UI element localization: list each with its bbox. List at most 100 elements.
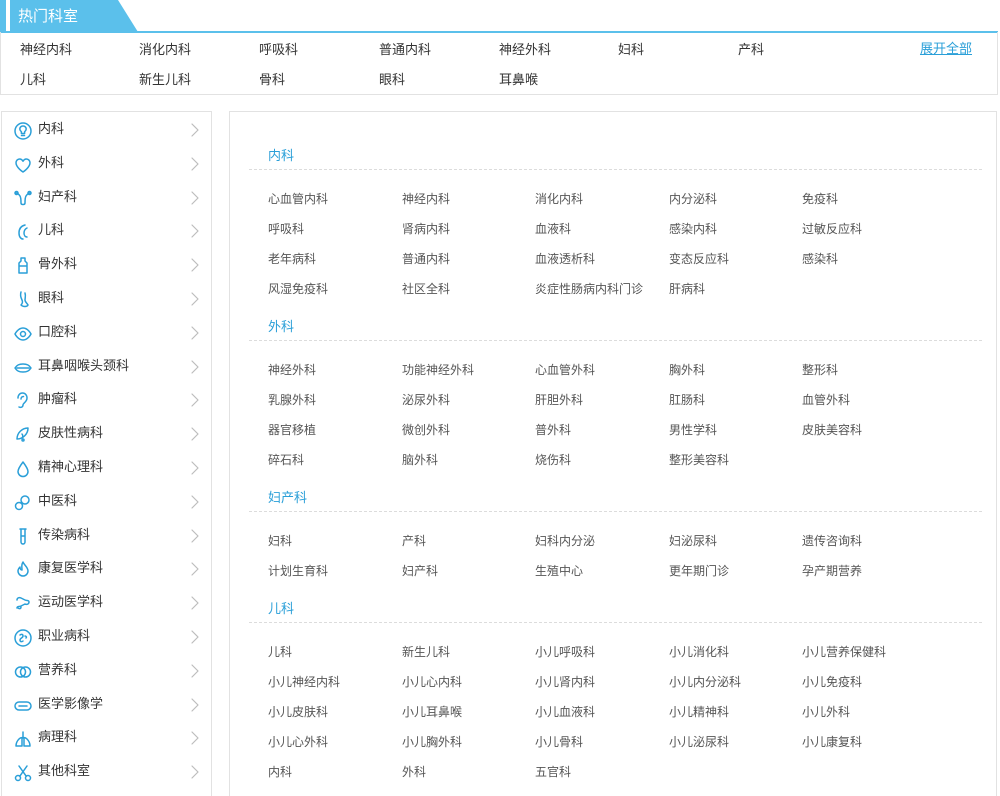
department-link[interactable]: 孕产期营养 [802, 562, 862, 579]
department-link[interactable]: 消化内科 [535, 190, 583, 207]
department-link[interactable]: 胸外科 [669, 361, 705, 378]
department-link[interactable]: 老年病科 [268, 250, 316, 267]
department-link[interactable]: 小儿外科 [802, 703, 850, 720]
hot-department-link[interactable]: 儿科 [20, 69, 46, 88]
department-link[interactable]: 感染内科 [669, 220, 717, 237]
sidebar-category-item[interactable]: 中医科 [2, 485, 211, 519]
hot-department-link[interactable]: 呼吸科 [259, 39, 298, 58]
sidebar-category-item[interactable]: 皮肤性病科 [2, 417, 211, 451]
department-link[interactable]: 整形美容科 [669, 451, 729, 468]
department-link[interactable]: 神经外科 [268, 361, 316, 378]
sidebar-category-item[interactable]: 妇产科 [2, 181, 211, 215]
sidebar-category-item[interactable]: 营养科 [2, 654, 211, 688]
department-link[interactable]: 妇泌尿科 [669, 532, 717, 549]
department-link[interactable]: 五官科 [535, 763, 571, 780]
department-link[interactable]: 普外科 [535, 421, 571, 438]
department-link[interactable]: 男性学科 [669, 421, 717, 438]
hot-department-link[interactable]: 眼科 [379, 69, 405, 88]
hot-department-link[interactable]: 消化内科 [139, 39, 191, 58]
hot-department-link[interactable]: 耳鼻喉 [499, 69, 538, 88]
department-link[interactable]: 外科 [402, 763, 426, 780]
department-link[interactable]: 呼吸科 [268, 220, 304, 237]
department-link[interactable]: 社区全科 [402, 280, 450, 297]
department-link[interactable]: 小儿营养保健科 [802, 643, 886, 660]
department-link[interactable]: 计划生育科 [268, 562, 328, 579]
department-link[interactable]: 功能神经外科 [402, 361, 474, 378]
department-link[interactable]: 妇产科 [402, 562, 438, 579]
hot-department-link[interactable]: 新生儿科 [139, 69, 191, 88]
department-link[interactable]: 小儿呼吸科 [535, 643, 595, 660]
department-link[interactable]: 乳腺外科 [268, 391, 316, 408]
department-link[interactable]: 碎石科 [268, 451, 304, 468]
department-link[interactable]: 小儿耳鼻喉 [402, 703, 462, 720]
department-link[interactable]: 小儿康复科 [802, 733, 862, 750]
department-link[interactable]: 变态反应科 [669, 250, 729, 267]
sidebar-category-item[interactable]: 传染病科 [2, 519, 211, 553]
department-link[interactable]: 过敏反应科 [802, 220, 862, 237]
department-link[interactable]: 小儿骨科 [535, 733, 583, 750]
department-link[interactable]: 感染科 [802, 250, 838, 267]
hot-department-link[interactable]: 妇科 [618, 39, 644, 58]
sidebar-category-item[interactable]: 口腔科 [2, 316, 211, 350]
department-link[interactable]: 小儿胸外科 [402, 733, 462, 750]
department-link[interactable]: 小儿皮肤科 [268, 703, 328, 720]
department-link[interactable]: 小儿肾内科 [535, 673, 595, 690]
department-link[interactable]: 器官移植 [268, 421, 316, 438]
department-link[interactable]: 小儿血液科 [535, 703, 595, 720]
sidebar-category-item[interactable]: 精神心理科 [2, 451, 211, 485]
department-link[interactable]: 生殖中心 [535, 562, 583, 579]
department-link[interactable]: 心血管内科 [268, 190, 328, 207]
department-link[interactable]: 脑外科 [402, 451, 438, 468]
department-link[interactable]: 新生儿科 [402, 643, 450, 660]
department-link[interactable]: 神经内科 [402, 190, 450, 207]
department-link[interactable]: 血液科 [535, 220, 571, 237]
sidebar-category-item[interactable]: 耳鼻咽喉头颈科 [2, 350, 211, 384]
sidebar-category-item[interactable]: 运动医学科 [2, 586, 211, 620]
sidebar-category-item[interactable]: 康复医学科 [2, 552, 211, 586]
department-link[interactable]: 小儿泌尿科 [669, 733, 729, 750]
sidebar-category-item[interactable]: 职业病科 [2, 620, 211, 654]
hot-department-link[interactable]: 骨科 [259, 69, 285, 88]
department-link[interactable]: 肝病科 [669, 280, 705, 297]
department-link[interactable]: 风湿免疫科 [268, 280, 328, 297]
department-link[interactable]: 妇科 [268, 532, 292, 549]
sidebar-category-item[interactable]: 肿瘤科 [2, 383, 211, 417]
sidebar-category-item[interactable]: 医学影像学 [2, 688, 211, 722]
department-link[interactable]: 小儿心外科 [268, 733, 328, 750]
department-link[interactable]: 小儿精神科 [669, 703, 729, 720]
department-link[interactable]: 普通内科 [402, 250, 450, 267]
department-link[interactable]: 小儿消化科 [669, 643, 729, 660]
department-link[interactable]: 血液透析科 [535, 250, 595, 267]
sidebar-category-item[interactable]: 内科 [2, 113, 211, 147]
hot-department-link[interactable]: 产科 [738, 39, 764, 58]
department-link[interactable]: 小儿神经内科 [268, 673, 340, 690]
department-link[interactable]: 产科 [402, 532, 426, 549]
department-link[interactable]: 小儿心内科 [402, 673, 462, 690]
department-link[interactable]: 肝胆外科 [535, 391, 583, 408]
department-link[interactable]: 妇科内分泌 [535, 532, 595, 549]
sidebar-category-item[interactable]: 外科 [2, 147, 211, 181]
department-link[interactable]: 更年期门诊 [669, 562, 729, 579]
sidebar-category-item[interactable]: 病理科 [2, 721, 211, 755]
department-link[interactable]: 泌尿外科 [402, 391, 450, 408]
department-link[interactable]: 烧伤科 [535, 451, 571, 468]
department-link[interactable]: 内分泌科 [669, 190, 717, 207]
sidebar-category-item[interactable]: 骨外科 [2, 248, 211, 282]
department-link[interactable]: 遗传咨询科 [802, 532, 862, 549]
department-link[interactable]: 免疫科 [802, 190, 838, 207]
hot-department-link[interactable]: 普通内科 [379, 39, 431, 58]
department-link[interactable]: 肛肠科 [669, 391, 705, 408]
sidebar-category-item[interactable]: 儿科 [2, 214, 211, 248]
sidebar-category-item[interactable]: 其他科室 [2, 755, 211, 789]
department-link[interactable]: 皮肤美容科 [802, 421, 862, 438]
department-link[interactable]: 整形科 [802, 361, 838, 378]
department-link[interactable]: 小儿内分泌科 [669, 673, 741, 690]
department-link[interactable]: 微创外科 [402, 421, 450, 438]
department-link[interactable]: 小儿免疫科 [802, 673, 862, 690]
department-link[interactable]: 肾病内科 [402, 220, 450, 237]
sidebar-category-item[interactable]: 眼科 [2, 282, 211, 316]
expand-all-link[interactable]: 展开全部 [920, 38, 972, 57]
department-link[interactable]: 心血管外科 [535, 361, 595, 378]
department-link[interactable]: 炎症性肠病内科门诊 [535, 280, 643, 297]
department-link[interactable]: 血管外科 [802, 391, 850, 408]
